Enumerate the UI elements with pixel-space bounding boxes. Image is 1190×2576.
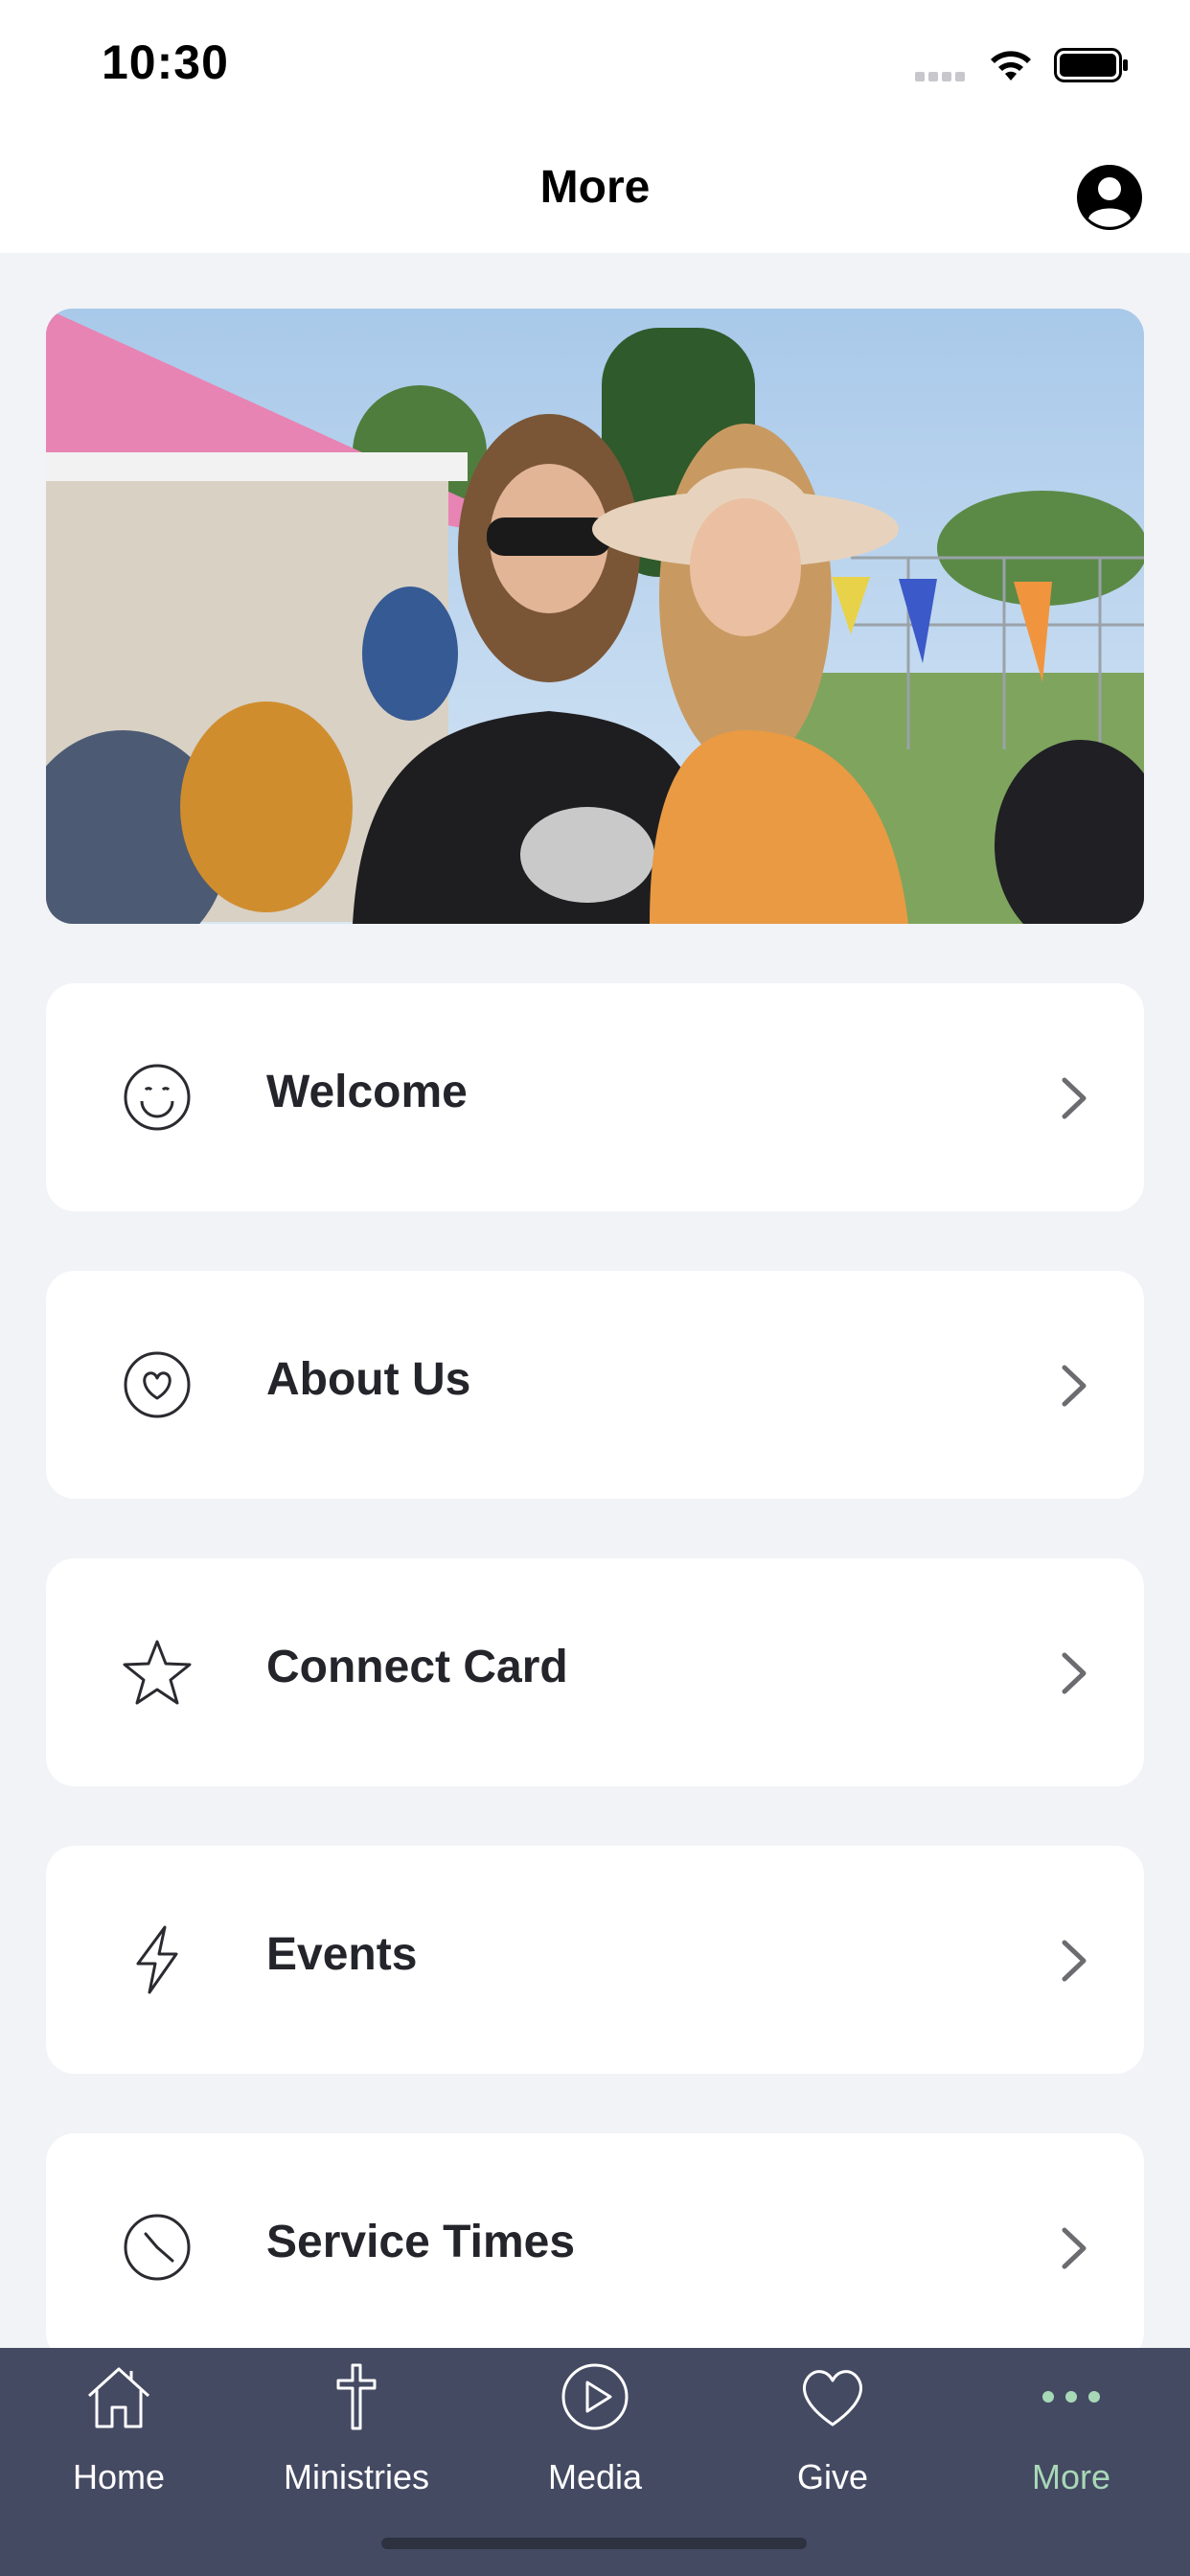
status-time: 10:30 [102,35,229,89]
chevron-right-icon [1062,1652,1087,1694]
tab-ministries[interactable]: Ministries [238,2348,475,2540]
cross-icon [336,2363,377,2430]
tab-label: More [1031,2457,1111,2496]
chevron-right-icon [1062,1365,1087,1407]
profile-icon[interactable] [1075,163,1144,232]
wifi-icon [991,51,1031,80]
menu-item-label: Welcome [266,1067,468,1117]
menu-item-service-times[interactable]: Service Times [46,2133,1144,2361]
tab-label: Media [547,2457,643,2496]
menu-item-label: Service Times [266,2217,576,2267]
chevron-right-icon [1062,1940,1087,1982]
menu-item-label: Connect Card [266,1642,568,1692]
tab-label: Ministries [283,2457,429,2496]
home-indicator[interactable] [381,2538,807,2549]
tab-label: Home [72,2457,166,2496]
cellular-signal-icon [915,69,969,81]
heart-icon [803,2370,862,2426]
menu-item-label: About Us [266,1354,471,1405]
page-title: More [539,162,651,213]
status-bar: 10:30 [0,0,1190,134]
tab-home[interactable]: Home [0,2348,238,2540]
navigation-bar: More [0,134,1190,253]
tab-give[interactable]: Give [714,2348,951,2540]
menu-item-welcome[interactable]: Welcome [46,983,1144,1211]
heart-circle-icon [124,1351,191,1418]
tab-media[interactable]: Media [476,2348,714,2540]
menu-item-events[interactable]: Events [46,1846,1144,2074]
lightning-icon [136,1925,178,1994]
hero-image [46,309,1144,924]
hero-photo-illustration [46,309,1144,924]
star-icon [123,1640,192,1705]
battery-icon [1054,48,1128,82]
clock-icon [124,2214,191,2281]
menu-item-about-us[interactable]: About Us [46,1271,1144,1499]
smiley-icon [124,1064,191,1131]
chevron-right-icon [1062,1077,1087,1119]
home-icon [87,2367,150,2428]
menu-item-label: Events [266,1929,418,1980]
chevron-right-icon [1062,2227,1087,2269]
menu-item-connect-card[interactable]: Connect Card [46,1558,1144,1786]
play-circle-icon [561,2363,629,2430]
more-dots-icon [1042,2391,1100,2403]
tab-more[interactable]: More [952,2348,1190,2540]
tab-label: Give [796,2457,869,2496]
